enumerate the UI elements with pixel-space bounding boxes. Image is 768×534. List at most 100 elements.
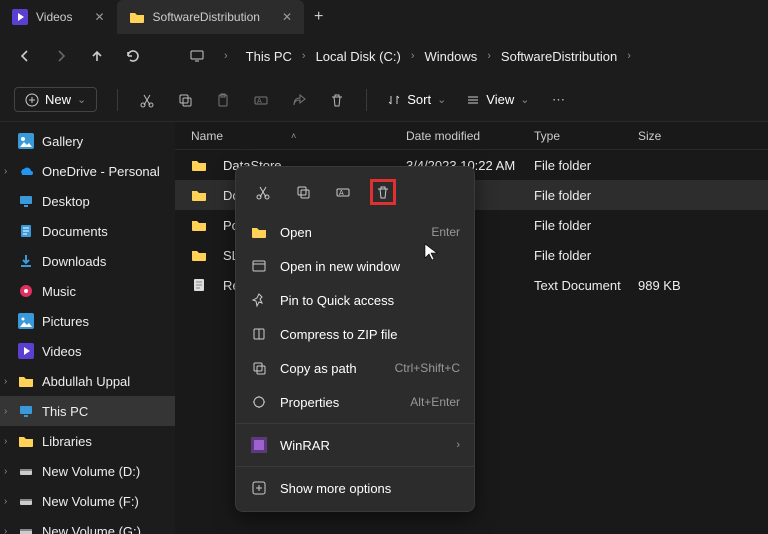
folder-icon [129,9,145,25]
sidebar-item-downloads[interactable]: Downloads [0,246,175,276]
folder-icon [250,223,268,241]
file-size: 989 KB [638,278,760,293]
column-type[interactable]: Type [534,129,638,143]
chevron-down-icon: ⌄ [437,93,446,106]
chevron-right-icon: › [411,50,415,62]
context-label: Copy as path [280,361,383,376]
chevron-right-icon: › [627,50,631,62]
sidebar-item-desktop[interactable]: Desktop [0,186,175,216]
sidebar-item-libraries[interactable]: ›Libraries [0,426,175,456]
sidebar-item-label: Music [42,284,76,299]
sidebar-item-new-volume-f-[interactable]: › New Volume (F:) [0,486,175,516]
documents-icon [18,223,34,239]
sidebar-item-label: Downloads [42,254,106,269]
toolbar: New ⌄ A Sort ⌄ View ⌄ ⋯ [0,78,768,122]
context-copy-as-path[interactable]: Copy as path Ctrl+Shift+C [236,351,474,385]
thispc-icon[interactable] [188,47,206,65]
new-tab-button[interactable]: + [304,8,333,26]
copy-icon[interactable] [290,179,316,205]
context-open[interactable]: OpenEnter [236,215,474,249]
sidebar-item-label: New Volume (D:) [42,464,140,479]
column-date[interactable]: Date modified [406,129,534,143]
column-name[interactable]: Name˄ [183,129,406,143]
column-size[interactable]: Size [638,129,760,143]
sidebar-item-label: New Volume (F:) [42,494,139,509]
context-shortcut: Ctrl+Shift+C [395,361,460,375]
sidebar-item-music[interactable]: Music [0,276,175,306]
context-label: Open in new window [280,259,460,274]
chevron-right-icon: › [4,166,7,177]
context-label: Show more options [280,481,460,496]
pictures-icon [18,313,34,329]
folder-icon [191,247,207,263]
sidebar-item-label: Libraries [42,434,92,449]
chevron-right-icon: › [4,406,7,417]
paste-icon[interactable] [214,91,232,109]
context-winrar[interactable]: WinRAR › [236,428,474,462]
rename-icon[interactable]: A [330,179,356,205]
tab-label: SoftwareDistribution [153,10,260,24]
context-label: WinRAR [280,438,444,453]
context-open-in-new-window[interactable]: Open in new window [236,249,474,283]
folder-icon [191,187,207,203]
context-shortcut: Alt+Enter [410,395,460,409]
view-menu[interactable]: View ⌄ [466,92,529,107]
sort-menu[interactable]: Sort ⌄ [387,92,446,107]
separator [366,89,367,111]
sidebar-item-abdullah-uppal[interactable]: ›Abdullah Uppal [0,366,175,396]
context-properties[interactable]: PropertiesAlt+Enter [236,385,474,419]
cut-icon[interactable] [250,179,276,205]
chevron-right-icon: › [4,526,7,534]
crumb-softwaredistribution[interactable]: SoftwareDistribution [501,49,617,64]
forward-button[interactable] [52,47,70,65]
separator [236,423,474,424]
chevron-down-icon: ⌄ [77,93,86,106]
context-more-options[interactable]: Show more options [236,471,474,505]
sidebar-item-videos[interactable]: Videos [0,336,175,366]
refresh-button[interactable] [124,47,142,65]
share-icon[interactable] [290,91,308,109]
crumb-windows[interactable]: Windows [425,49,478,64]
folder-icon [18,433,34,449]
sidebar-item-onedrive-personal[interactable]: ›OneDrive - Personal [0,156,175,186]
chevron-right-icon: › [456,439,460,451]
sidebar-item-pictures[interactable]: Pictures [0,306,175,336]
sidebar-item-new-volume-g-[interactable]: ›New Volume (G:) [0,516,175,534]
close-icon[interactable]: ✕ [94,10,104,24]
close-icon[interactable]: ✕ [282,10,292,24]
videos-icon [12,9,28,25]
folder-icon [18,373,34,389]
videos-icon [18,343,34,359]
tab-softwaredistribution[interactable]: SoftwareDistribution ✕ [117,0,304,34]
chevron-right-icon: › [4,496,7,507]
more-icon[interactable]: ⋯ [549,91,567,109]
separator [117,89,118,111]
sidebar-item-new-volume-d-[interactable]: ›New Volume (D:) [0,456,175,486]
context-label: Compress to ZIP file [280,327,460,342]
tab-videos[interactable]: Videos ✕ [0,0,117,34]
drive-icon [18,493,34,509]
folder-icon [191,217,207,233]
sidebar-item-documents[interactable]: Documents [0,216,175,246]
chevron-right-icon: › [4,376,7,387]
delete-icon[interactable] [328,91,346,109]
zip-icon [250,325,268,343]
up-button[interactable] [88,47,106,65]
delete-icon[interactable] [370,179,396,205]
copy-icon[interactable] [176,91,194,109]
new-button[interactable]: New ⌄ [14,87,97,112]
context-pin-to-quick-access[interactable]: Pin to Quick access [236,283,474,317]
folder-icon [191,157,207,173]
crumb-localdisk[interactable]: Local Disk (C:) [316,49,401,64]
context-icon-row: A [236,173,474,215]
file-type: File folder [534,188,638,203]
more-options-icon [250,479,268,497]
cut-icon[interactable] [138,91,156,109]
sidebar-item-this-pc[interactable]: ›This PC [0,396,175,426]
sidebar-item-gallery[interactable]: Gallery [0,126,175,156]
context-compress-to-zip-file[interactable]: Compress to ZIP file [236,317,474,351]
crumb-thispc[interactable]: This PC [246,49,292,64]
sidebar: Gallery›OneDrive - PersonalDesktopDocume… [0,122,175,534]
rename-icon[interactable]: A [252,91,270,109]
back-button[interactable] [16,47,34,65]
